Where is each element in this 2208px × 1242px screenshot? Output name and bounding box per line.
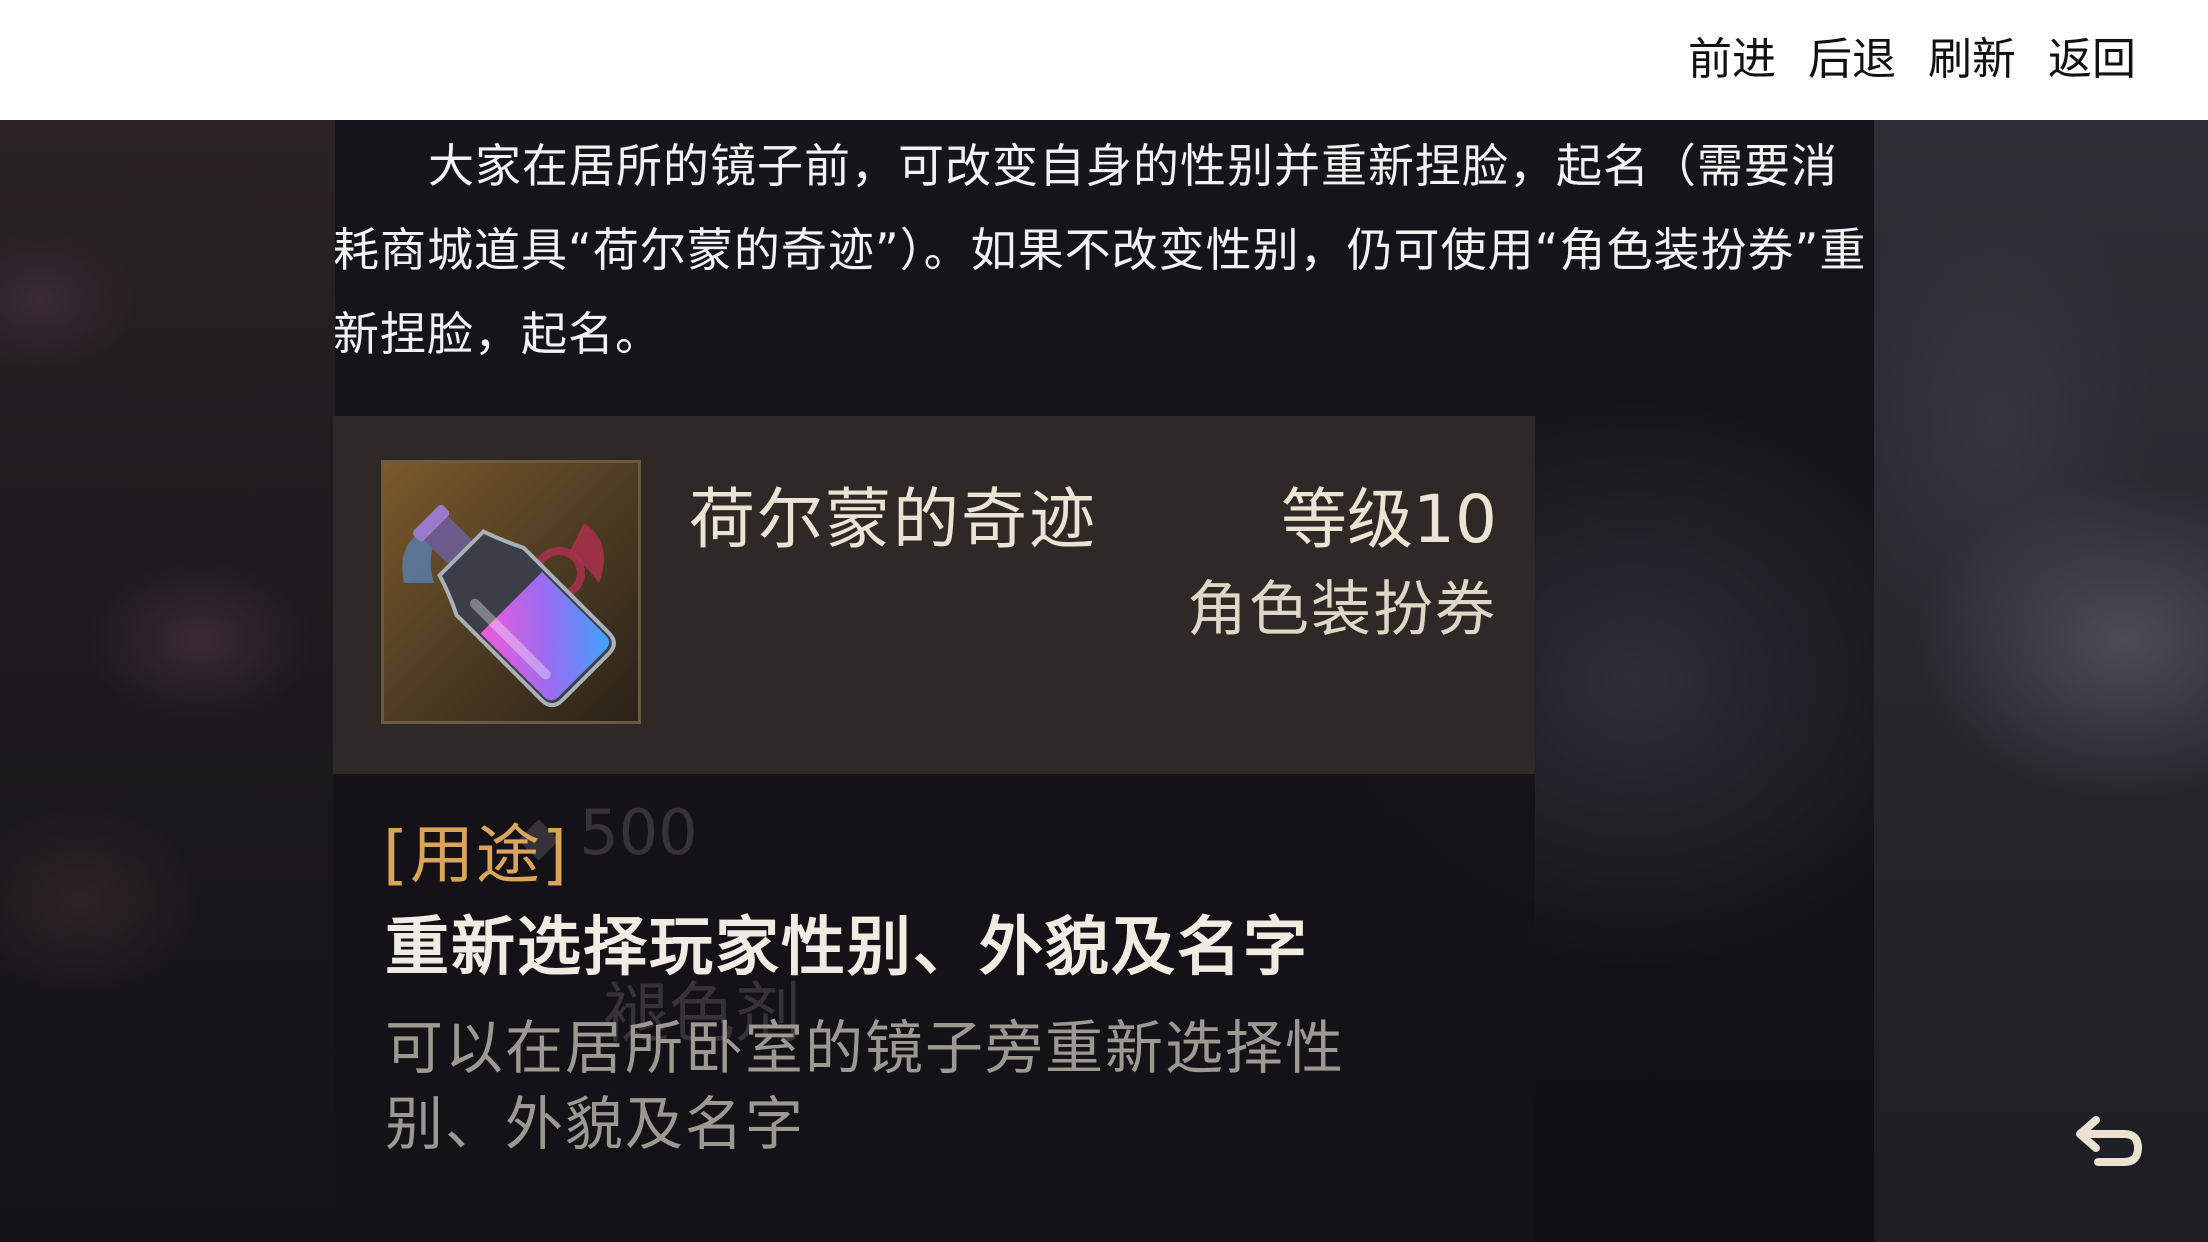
item-level: 等级10 — [1281, 481, 1497, 558]
refresh-button[interactable]: 刷新 — [1928, 30, 2016, 90]
background-left — [0, 120, 335, 1242]
forward-button[interactable]: 前进 — [1688, 30, 1776, 90]
usage-main: 重新选择玩家性别、外貌及名字 — [385, 911, 1309, 985]
item-tooltip-body: ◆ 500 褪色剂 [用途] 重新选择玩家性别、外貌及名字 可以在居所卧室的镜子… — [333, 774, 1535, 1242]
back-button[interactable]: 后退 — [1808, 30, 1896, 90]
article-paragraph: 大家在居所的镜子前，可改变自身的性别并重新捏脸，起名（需要消耗商城道具“荷尔蒙的… — [333, 139, 1867, 361]
faded-price-value: 500 — [579, 796, 698, 869]
item-type: 角色装扮券 — [1187, 575, 1497, 645]
potion-bottle-icon — [381, 460, 641, 724]
nav-buttons: 前进 后退 刷新 返回 — [1688, 30, 2136, 90]
item-tooltip-header: 荷尔蒙的奇迹 等级10 角色装扮券 — [333, 416, 1535, 776]
return-arrow-icon — [2076, 1116, 2143, 1166]
usage-description: 可以在居所卧室的镜子旁重新选择性别、外貌及名字 — [385, 1014, 1346, 1158]
usage-label: [用途] — [383, 819, 569, 893]
browser-nav-bar: 前进 后退 刷新 返回 — [0, 0, 2208, 120]
article-text: 大家在居所的镜子前，可改变自身的性别并重新捏脸，起名（需要消耗商城道具“荷尔蒙的… — [333, 124, 1873, 376]
item-name: 荷尔蒙的奇迹 — [689, 481, 1097, 558]
return-arrow-button[interactable] — [2074, 1110, 2144, 1172]
background-right — [1874, 120, 2208, 1242]
return-button[interactable]: 返回 — [2048, 30, 2136, 90]
